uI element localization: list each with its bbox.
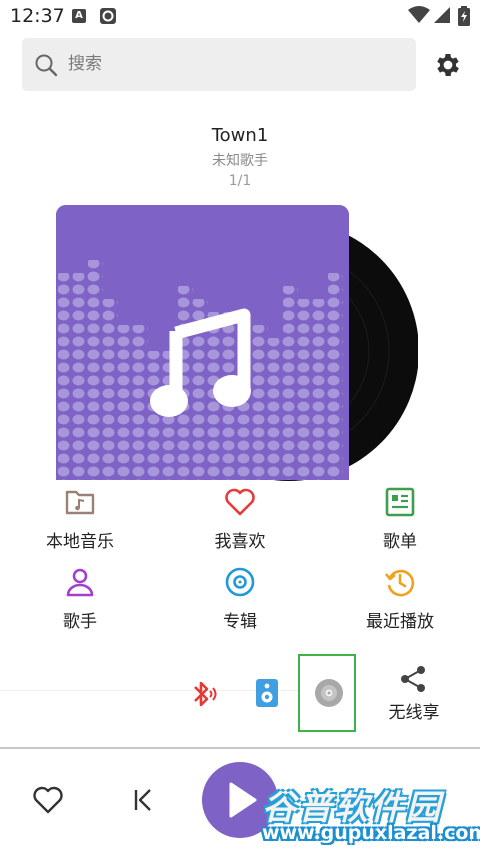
recent-button[interactable]: 最近播放 <box>320 566 480 632</box>
artists-button[interactable]: 歌手 <box>0 566 160 632</box>
heart-icon <box>225 488 255 516</box>
gear-icon[interactable] <box>433 50 463 80</box>
person-icon <box>66 568 94 597</box>
share-icon[interactable] <box>398 664 428 694</box>
song-title: Town1 <box>211 125 269 146</box>
cd-icon[interactable] <box>314 678 344 708</box>
local-music-button[interactable]: 本地音乐 <box>0 486 160 552</box>
favorites-button[interactable]: 我喜欢 <box>160 486 320 552</box>
a-badge-icon: A <box>72 9 86 23</box>
artists-label: 歌手 <box>63 612 97 632</box>
speaker-icon[interactable] <box>255 678 279 708</box>
favorite-heart-icon[interactable] <box>32 784 64 816</box>
bluetooth-icon[interactable] <box>188 678 218 710</box>
wireless-share-label[interactable]: 无线享 <box>378 698 450 723</box>
album-icon <box>225 567 255 597</box>
folder-music-icon <box>65 490 95 515</box>
status-time: 12:37 <box>10 5 65 27</box>
artist-name: 未知歌手 <box>212 153 268 169</box>
record-icon <box>100 8 116 24</box>
recent-label: 最近播放 <box>366 612 434 632</box>
album-cover[interactable] <box>56 205 349 480</box>
playlist-button[interactable]: 歌单 <box>320 486 480 552</box>
watermark-url: www.gupuxlazal.com <box>262 822 480 844</box>
track-position: 1/1 <box>228 173 252 189</box>
albums-button[interactable]: 专辑 <box>160 566 320 632</box>
local-music-label: 本地音乐 <box>46 532 114 552</box>
albums-label: 专辑 <box>223 612 257 632</box>
search-input[interactable] <box>68 50 398 78</box>
previous-icon[interactable] <box>130 786 156 814</box>
battery-icon <box>458 6 470 26</box>
cover-art <box>56 205 349 480</box>
signal-icon <box>434 7 450 23</box>
wifi-icon <box>408 6 430 23</box>
playlist-icon <box>385 487 415 517</box>
playlist-label: 歌单 <box>383 532 417 552</box>
player-divider <box>0 747 480 749</box>
search-icon <box>35 54 58 77</box>
history-icon <box>384 569 415 597</box>
favorites-label: 我喜欢 <box>214 532 266 552</box>
